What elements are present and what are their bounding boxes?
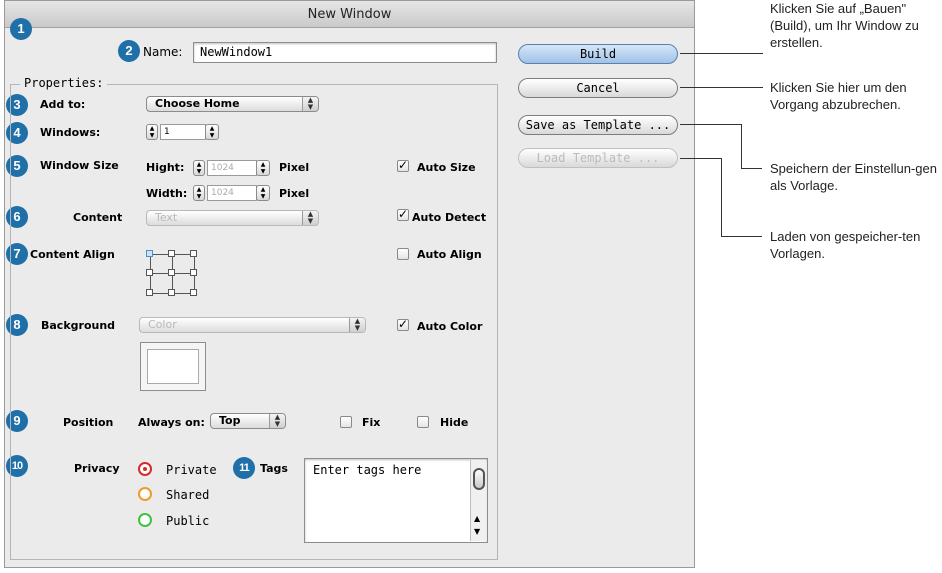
add-to-select[interactable]: Choose Home ▲ ▼: [146, 96, 319, 112]
name-label: Name:: [143, 45, 183, 59]
callout-line-save-end: [741, 168, 762, 169]
updown-arrows-icon: ▲ ▼: [349, 318, 365, 332]
tags-scrollbar[interactable]: ▲ ▼: [470, 460, 486, 541]
background-label: Background: [41, 319, 116, 332]
always-on-label: Always on:: [138, 416, 205, 429]
hide-checkbox[interactable]: [417, 416, 429, 428]
save-template-button[interactable]: Save as Template ...: [518, 115, 678, 135]
position-label: Position: [63, 416, 114, 429]
updown-arrows-icon: ▲ ▼: [302, 211, 318, 225]
properties-legend: Properties:: [20, 76, 108, 90]
align-bottom-center[interactable]: [168, 289, 175, 296]
updown-arrows-icon: ▲ ▼: [302, 97, 318, 111]
fix-label: Fix: [362, 416, 381, 429]
privacy-public-radio[interactable]: [138, 513, 152, 527]
width-stepper[interactable]: ▲ ▼: [193, 185, 205, 201]
height-unit: Pixel: [279, 161, 310, 174]
auto-color-label: Auto Color: [417, 320, 483, 333]
background-value: Color: [148, 318, 177, 331]
callout-line-save-h: [680, 124, 742, 125]
callout-line-save-v: [741, 124, 742, 168]
width-dropdown-icon[interactable]: ▲ ▼: [256, 185, 270, 201]
auto-size-checkbox[interactable]: ✓: [397, 159, 409, 172]
auto-size-label: Auto Size: [417, 161, 476, 174]
add-to-value: Choose Home: [155, 97, 240, 110]
callout-line-build: [680, 53, 763, 54]
name-input[interactable]: NewWindow1: [193, 42, 497, 63]
content-value: Text: [155, 211, 178, 224]
fix-checkbox[interactable]: [340, 416, 352, 428]
load-template-button[interactable]: Load Template ...: [518, 148, 678, 168]
build-button[interactable]: Build: [518, 44, 678, 64]
always-on-select[interactable]: Top ▲ ▼: [210, 413, 286, 429]
privacy-shared-label: Shared: [166, 488, 210, 502]
callout-line-load-v: [721, 158, 722, 236]
privacy-private-radio[interactable]: [138, 462, 152, 476]
auto-detect-checkbox[interactable]: ✓: [397, 208, 409, 221]
background-select[interactable]: Color ▲ ▼: [139, 317, 366, 333]
badge-1: 1: [10, 18, 32, 40]
callout-build: Klicken Sie auf „Bauen" (Build), um Ihr …: [770, 1, 919, 50]
auto-align-label: Auto Align: [417, 248, 482, 261]
height-field[interactable]: 1024: [207, 160, 257, 176]
windows-stepper[interactable]: ▲ ▼: [146, 124, 158, 140]
badge-2: 2: [118, 40, 140, 62]
windows-count-field[interactable]: 1: [160, 124, 206, 140]
privacy-label: Privacy: [74, 462, 120, 475]
content-label: Content: [73, 211, 123, 224]
color-swatch: [147, 349, 199, 384]
scroll-up-icon[interactable]: ▲: [474, 514, 480, 523]
width-label: Width:: [146, 187, 188, 200]
content-align-grid[interactable]: [146, 250, 201, 302]
add-to-label: Add to:: [40, 98, 86, 111]
callout-line-load-end: [721, 236, 762, 237]
privacy-public-label: Public: [166, 514, 210, 528]
align-top-left[interactable]: [146, 250, 153, 257]
privacy-private-label: Private: [166, 463, 217, 477]
windows-dropdown-icon[interactable]: ▲ ▼: [205, 124, 219, 140]
auto-align-checkbox[interactable]: [397, 248, 409, 260]
background-color-well[interactable]: [140, 342, 206, 391]
tags-textarea[interactable]: Enter tags here: [304, 458, 488, 543]
align-top-center[interactable]: [168, 250, 175, 257]
callout-line-load-h: [680, 158, 722, 159]
align-middle-right[interactable]: [190, 269, 197, 276]
align-bottom-right[interactable]: [190, 289, 197, 296]
window-size-label: Window Size: [40, 159, 119, 172]
width-field[interactable]: 1024: [207, 185, 257, 201]
windows-label: Windows:: [40, 126, 101, 139]
width-unit: Pixel: [279, 187, 310, 200]
height-dropdown-icon[interactable]: ▲ ▼: [256, 160, 270, 176]
window-title: New Window: [5, 1, 694, 28]
height-label: Hight:: [146, 161, 185, 174]
cancel-button[interactable]: Cancel: [518, 78, 678, 98]
height-stepper[interactable]: ▲ ▼: [193, 160, 205, 176]
updown-arrows-icon: ▲ ▼: [269, 414, 285, 428]
content-align-label: Content Align: [30, 248, 115, 261]
callout-cancel: Klicken Sie hier um den Vorgang abzubrec…: [770, 80, 907, 112]
always-on-value: Top: [219, 414, 241, 427]
callout-load: Laden von gespeicher-ten Vorlagen.: [770, 229, 921, 261]
align-top-right[interactable]: [190, 250, 197, 257]
tags-label: Tags: [260, 462, 288, 475]
align-middle-center[interactable]: [168, 269, 175, 276]
auto-detect-label: Auto Detect: [412, 211, 487, 224]
callout-line-cancel: [680, 87, 763, 88]
auto-color-checkbox[interactable]: ✓: [397, 318, 409, 331]
tags-placeholder: Enter tags here: [313, 463, 422, 477]
align-bottom-left[interactable]: [146, 289, 153, 296]
scroll-thumb[interactable]: [473, 468, 485, 490]
privacy-shared-radio[interactable]: [138, 487, 152, 501]
content-select[interactable]: Text ▲ ▼: [146, 210, 319, 226]
callout-save: Speichern der Einstellun-gen als Vorlage…: [770, 161, 937, 193]
align-middle-left[interactable]: [146, 269, 153, 276]
scroll-down-icon[interactable]: ▼: [474, 527, 480, 536]
hide-label: Hide: [440, 416, 469, 429]
